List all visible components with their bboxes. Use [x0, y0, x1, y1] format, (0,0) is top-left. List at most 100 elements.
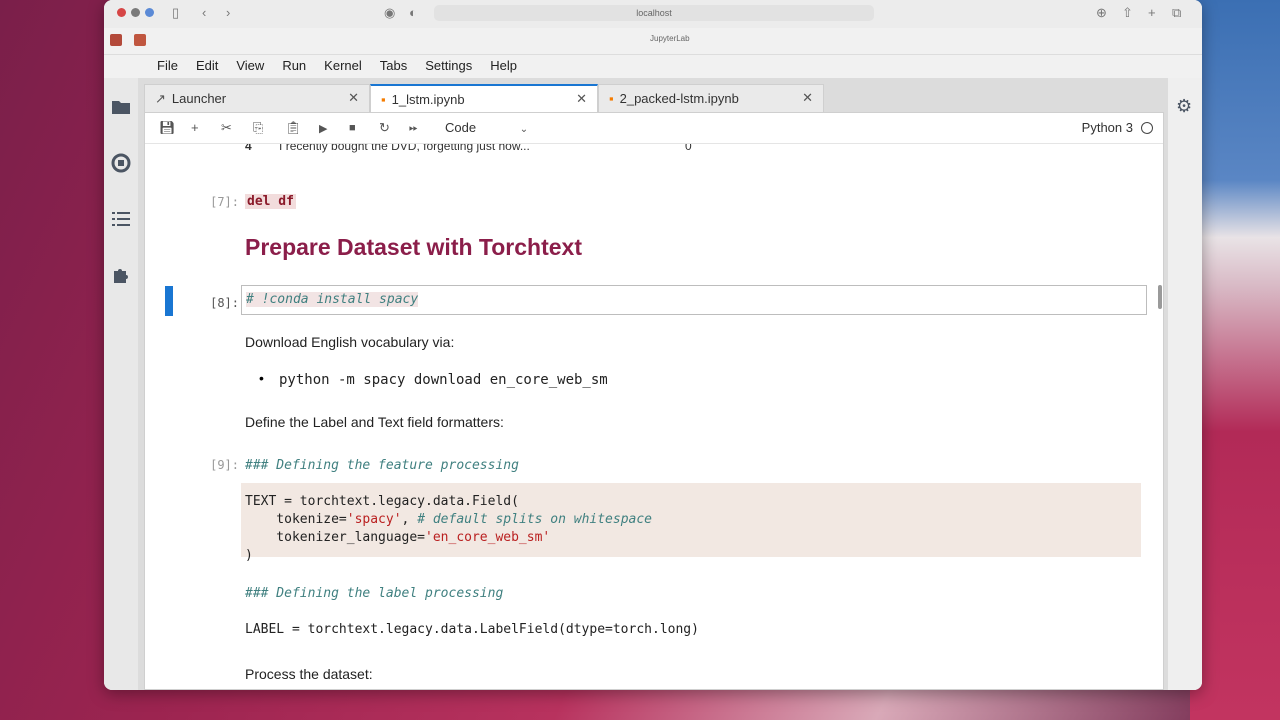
tab-launcher[interactable]: ↗ Launcher ✕	[144, 84, 370, 112]
row-label: 0	[685, 144, 692, 153]
notebook-toolbar: 💾︎ + ✂ ⎘ 📋︎ ▶ ■ ↻ ⏩︎ Code ⌄ Python 3	[145, 113, 1163, 144]
menu-run[interactable]: Run	[273, 54, 315, 78]
cell-prompt: [9]:	[210, 458, 239, 472]
markdown-text: Define the Label and Text field formatte…	[245, 414, 504, 430]
launcher-icon: ↗	[155, 90, 166, 106]
code-line: LABEL = torchtext.legacy.data.LabelField…	[245, 622, 699, 637]
zoom-window-icon[interactable]	[145, 8, 154, 17]
table-of-contents-icon[interactable]	[110, 208, 132, 230]
pinned-tab-icon-2[interactable]	[134, 34, 146, 46]
kernel-name[interactable]: Python 3	[1082, 120, 1133, 135]
code-comment: # default splits on whitespace	[417, 512, 653, 527]
tab-2-packed-lstm[interactable]: ▪ 2_packed-lstm.ipynb ✕	[598, 84, 824, 112]
extension-puzzle-icon[interactable]	[110, 264, 132, 286]
code-string: 'en_core_web_sm'	[425, 530, 551, 545]
markdown-text: Download English vocabulary via:	[245, 334, 455, 350]
restart-run-all-icon[interactable]: ⏩︎	[409, 122, 418, 135]
save-icon[interactable]: 💾︎	[159, 120, 176, 136]
markdown-heading: Prepare Dataset with Torchtext	[245, 234, 583, 260]
cell-type-select[interactable]: Code ⌄	[445, 120, 528, 135]
code-line: del df	[247, 194, 294, 209]
cell-type-value: Code	[445, 120, 477, 135]
sidebar-toggle-icon[interactable]: ▯	[172, 5, 179, 21]
add-cell-icon[interactable]: +	[191, 120, 199, 135]
close-icon[interactable]: ✕	[802, 90, 813, 106]
row-index: 4	[245, 144, 252, 153]
jupyter-menubar: File Edit View Run Kernel Tabs Settings …	[104, 54, 1202, 78]
browser-window: ▯ ‹ › ◉ ◐ localhost ⊕ ⇧ + ⧉ JupyterLab F…	[104, 0, 1202, 690]
browser-tab-strip: JupyterLab	[104, 28, 1202, 55]
code-cell-7[interactable]: del df	[245, 194, 296, 209]
left-sidebar	[104, 78, 138, 690]
minimize-window-icon[interactable]	[131, 8, 140, 17]
pinned-tab-icon[interactable]	[110, 34, 122, 46]
row-text: I recently bought the DVD, forgetting ju…	[279, 144, 530, 153]
code-line: )	[245, 548, 253, 563]
back-arrow-icon[interactable]: ‹	[202, 5, 206, 20]
cut-icon[interactable]: ✂	[221, 120, 232, 136]
tab-1-lstm[interactable]: ▪ 1_lstm.ipynb ✕	[370, 84, 598, 112]
right-sidebar: ⚙	[1168, 78, 1202, 690]
tab-label: 2_packed-lstm.ipynb	[619, 91, 739, 106]
markdown-code: python -m spacy download en_core_web_sm	[279, 372, 608, 388]
copy-icon[interactable]: ⎘	[253, 120, 263, 136]
download-icon[interactable]: ⊕	[1096, 5, 1107, 21]
menu-tabs[interactable]: Tabs	[371, 54, 416, 78]
code-line: TEXT = torchtext.legacy.data.Field(	[245, 494, 519, 509]
share-icon[interactable]: ⇧	[1122, 5, 1133, 21]
stop-icon[interactable]: ■	[349, 122, 356, 134]
scrollbar-thumb[interactable]	[1158, 285, 1162, 309]
code-comment: # !conda install spacy	[246, 292, 419, 307]
code-token: ,	[401, 512, 418, 527]
window-controls	[117, 8, 154, 17]
main-dock-area: ↗ Launcher ✕ ▪ 1_lstm.ipynb ✕ ▪ 2_packed…	[138, 78, 1168, 690]
menu-file[interactable]: File	[148, 54, 187, 78]
running-kernels-icon[interactable]	[110, 152, 132, 174]
browser-toolbar: ▯ ‹ › ◉ ◐ localhost ⊕ ⇧ + ⧉	[104, 0, 1202, 28]
chevron-down-icon: ⌄	[519, 124, 529, 135]
theme-icon[interactable]: ◐	[409, 5, 417, 20]
menu-kernel[interactable]: Kernel	[315, 54, 371, 78]
code-string: 'spacy'	[346, 512, 402, 527]
tab-overview-icon[interactable]: ⧉	[1172, 5, 1181, 21]
dataframe-row: 4 I recently bought the DVD, forgetting …	[245, 144, 692, 153]
notebook-icon: ▪	[381, 91, 386, 107]
privacy-shield-icon[interactable]: ◉	[384, 5, 395, 21]
code-token: tokenize=	[245, 512, 347, 527]
menu-edit[interactable]: Edit	[187, 54, 227, 78]
menu-help[interactable]: Help	[481, 54, 526, 78]
code-comment: ### Defining the feature processing	[245, 458, 519, 473]
close-icon[interactable]: ✕	[348, 90, 359, 106]
close-icon[interactable]: ✕	[576, 91, 587, 107]
code-line: tokenize='spacy', # default splits on wh…	[245, 512, 652, 527]
menu-view[interactable]: View	[227, 54, 273, 78]
notebook-icon: ▪	[609, 91, 614, 106]
cell-prompt: [7]:	[210, 195, 239, 209]
code-token: tokenizer_language=	[245, 530, 426, 545]
new-tab-icon[interactable]: +	[1148, 5, 1156, 20]
paste-icon[interactable]: 📋︎	[285, 120, 302, 136]
restart-icon[interactable]: ↻	[379, 120, 390, 136]
browser-tab-title[interactable]: JupyterLab	[650, 34, 690, 43]
bullet-icon: •	[259, 370, 264, 386]
document-tabs: ↗ Launcher ✕ ▪ 1_lstm.ipynb ✕ ▪ 2_packed…	[144, 84, 824, 112]
code-cell-8[interactable]: # !conda install spacy	[241, 285, 1147, 315]
code-line: tokenizer_language='en_core_web_sm'	[245, 530, 550, 545]
close-window-icon[interactable]	[117, 8, 126, 17]
cell-prompt: [8]:	[210, 296, 239, 310]
notebook-panel: 💾︎ + ✂ ⎘ 📋︎ ▶ ■ ↻ ⏩︎ Code ⌄ Python 3 4 I…	[144, 112, 1164, 690]
folder-icon[interactable]	[110, 96, 132, 118]
address-bar[interactable]: localhost	[434, 5, 874, 21]
notebook-content[interactable]: 4 I recently bought the DVD, forgetting …	[145, 144, 1155, 689]
run-icon[interactable]: ▶	[319, 122, 327, 135]
tab-label: Launcher	[171, 91, 227, 106]
gear-icon[interactable]: ⚙	[1176, 96, 1192, 117]
desktop-wallpaper	[1190, 0, 1280, 720]
forward-arrow-icon[interactable]: ›	[226, 5, 230, 20]
kernel-status-icon	[1141, 122, 1153, 134]
code-cell-9[interactable]: ### Defining the feature processing TEXT…	[241, 454, 1147, 689]
markdown-text: Process the dataset:	[245, 666, 373, 682]
menu-settings[interactable]: Settings	[416, 54, 481, 78]
tab-label: 1_lstm.ipynb	[391, 91, 465, 107]
active-cell-marker	[165, 286, 173, 316]
